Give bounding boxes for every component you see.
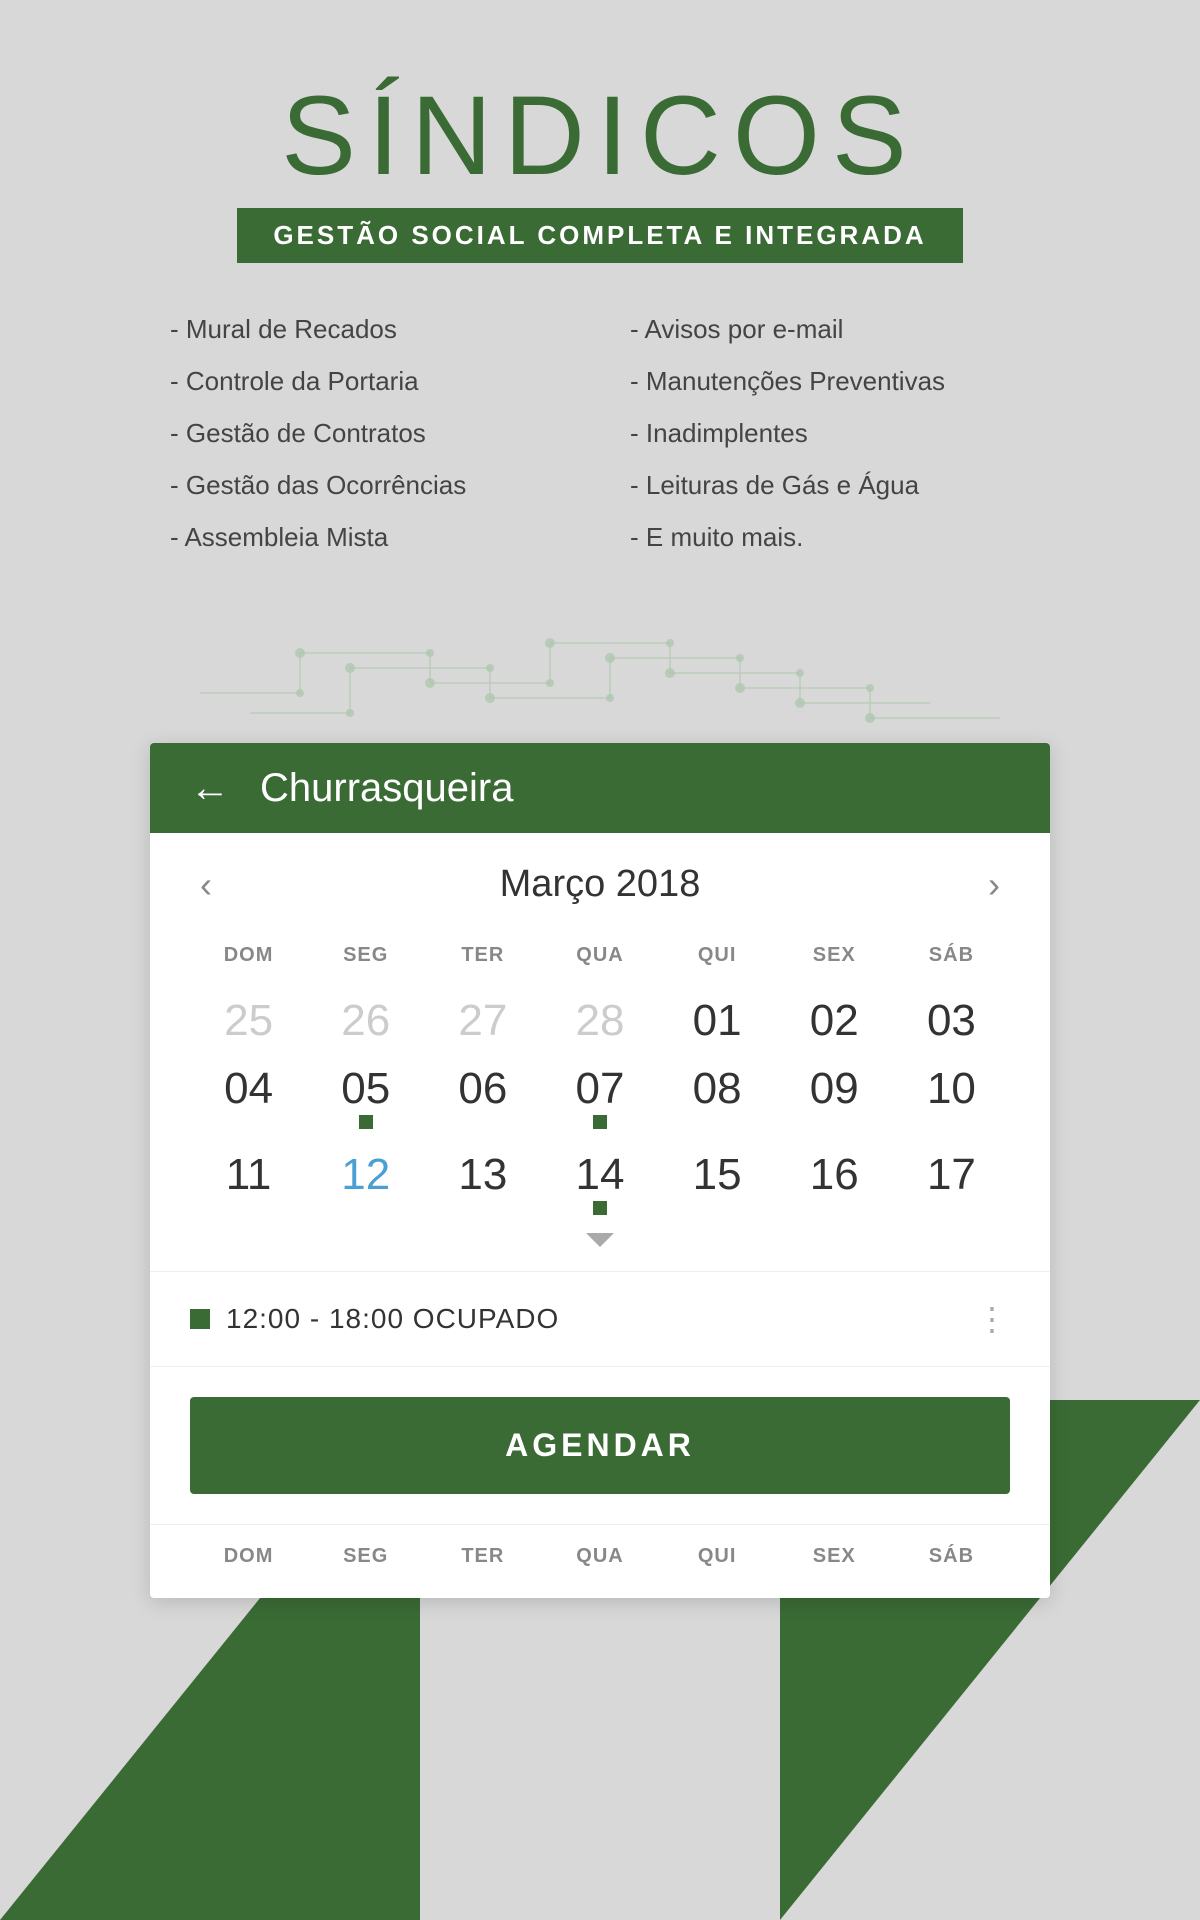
cal-day[interactable]: 16 — [776, 1139, 893, 1225]
cal-day[interactable]: 13 — [424, 1139, 541, 1225]
cal-day[interactable]: 15 — [659, 1139, 776, 1225]
cal-day[interactable]: 03 — [893, 985, 1010, 1053]
event-time-text: 12:00 - 18:00 OCUPADO — [226, 1303, 559, 1335]
prev-month-button[interactable]: ‹ — [190, 864, 222, 906]
cal-day[interactable]: 09 — [776, 1053, 893, 1139]
feature-item: - Mural de Recados — [170, 303, 570, 355]
feature-item: - Manutenções Preventivas — [630, 355, 1030, 407]
separator-triangle-icon — [586, 1233, 614, 1247]
card-title: Churrasqueira — [260, 766, 513, 811]
main-card: ← Churrasqueira ‹ Março 2018 › DOM SEG T… — [150, 743, 1050, 1598]
feature-item: - Controle da Portaria — [170, 355, 570, 407]
cal-day[interactable]: 07 — [541, 1053, 658, 1139]
features-col-left: - Mural de Recados - Controle da Portari… — [170, 303, 570, 563]
bottom-day-qua: QUA — [541, 1545, 658, 1568]
day-header-seg: SEG — [307, 936, 424, 975]
week-2: 04 05 06 07 08 09 10 — [190, 1053, 1010, 1139]
bottom-day-seg: SEG — [307, 1545, 424, 1568]
bottom-day-dom: DOM — [190, 1545, 307, 1568]
cal-day[interactable]: 11 — [190, 1139, 307, 1225]
bottom-day-sab: SÁB — [893, 1545, 1010, 1568]
bottom-day-qui: QUI — [659, 1545, 776, 1568]
cal-day-today[interactable]: 12 — [307, 1139, 424, 1225]
bottom-day-ter: TER — [424, 1545, 541, 1568]
header-section: SÍNDICOS GESTÃO SOCIAL COMPLETA E INTEGR… — [237, 80, 962, 263]
cal-day[interactable]: 25 — [190, 985, 307, 1053]
feature-item: - E muito mais. — [630, 511, 1030, 563]
event-dot-icon — [190, 1309, 210, 1329]
feature-item: - Gestão de Contratos — [170, 407, 570, 459]
day-header-ter: TER — [424, 936, 541, 975]
cal-day[interactable]: 10 — [893, 1053, 1010, 1139]
event-menu-button[interactable]: ⋮ — [976, 1300, 1010, 1338]
cal-day[interactable]: 27 — [424, 985, 541, 1053]
day-header-sex: SEX — [776, 936, 893, 975]
feature-item: - Inadimplentes — [630, 407, 1030, 459]
day-header-qua: QUA — [541, 936, 658, 975]
cal-day[interactable]: 02 — [776, 985, 893, 1053]
event-row: 12:00 - 18:00 OCUPADO ⋮ — [150, 1271, 1050, 1366]
cal-day[interactable]: 17 — [893, 1139, 1010, 1225]
feature-item: - Avisos por e-mail — [630, 303, 1030, 355]
circuit-decoration — [150, 613, 1050, 733]
cal-day-ter-06[interactable]: 06 — [424, 1053, 541, 1139]
week-1: 25 26 27 28 01 02 03 — [190, 985, 1010, 1053]
cal-day[interactable]: 08 — [659, 1053, 776, 1139]
month-nav: ‹ Março 2018 › — [190, 863, 1010, 906]
calendar-separator — [190, 1225, 1010, 1251]
feature-item: - Leituras de Gás e Água — [630, 459, 1030, 511]
cal-day[interactable]: 28 — [541, 985, 658, 1053]
month-title: Março 2018 — [500, 863, 701, 906]
features-section: - Mural de Recados - Controle da Portari… — [150, 303, 1050, 563]
day-header-qui: QUI — [659, 936, 776, 975]
feature-item: - Assembleia Mista — [170, 511, 570, 563]
cal-day[interactable]: 14 — [541, 1139, 658, 1225]
agendar-button[interactable]: AGENDAR — [190, 1397, 1010, 1494]
bottom-day-sex: SEX — [776, 1545, 893, 1568]
cal-day[interactable]: 26 — [307, 985, 424, 1053]
day-header-sab: SÁB — [893, 936, 1010, 975]
features-col-right: - Avisos por e-mail - Manutenções Preven… — [630, 303, 1030, 563]
back-button[interactable]: ← — [190, 766, 230, 811]
week-3: 11 12 13 14 15 16 17 — [190, 1139, 1010, 1225]
feature-item: - Gestão das Ocorrências — [170, 459, 570, 511]
subtitle-badge: GESTÃO SOCIAL COMPLETA E INTEGRADA — [237, 208, 962, 263]
cal-day[interactable]: 05 — [307, 1053, 424, 1139]
next-month-button[interactable]: › — [978, 864, 1010, 906]
card-header: ← Churrasqueira — [150, 743, 1050, 833]
app-title: SÍNDICOS — [237, 80, 962, 192]
day-header-dom: DOM — [190, 936, 307, 975]
cal-day[interactable]: 01 — [659, 985, 776, 1053]
agendar-section: AGENDAR — [150, 1367, 1050, 1524]
bottom-day-row: DOM SEG TER QUA QUI SEX SÁB — [150, 1524, 1050, 1598]
day-headers: DOM SEG TER QUA QUI SEX SÁB — [190, 936, 1010, 975]
event-info: 12:00 - 18:00 OCUPADO — [190, 1303, 559, 1335]
cal-day[interactable]: 04 — [190, 1053, 307, 1139]
calendar-section: ‹ Março 2018 › DOM SEG TER QUA QUI SEX S… — [150, 833, 1050, 1271]
